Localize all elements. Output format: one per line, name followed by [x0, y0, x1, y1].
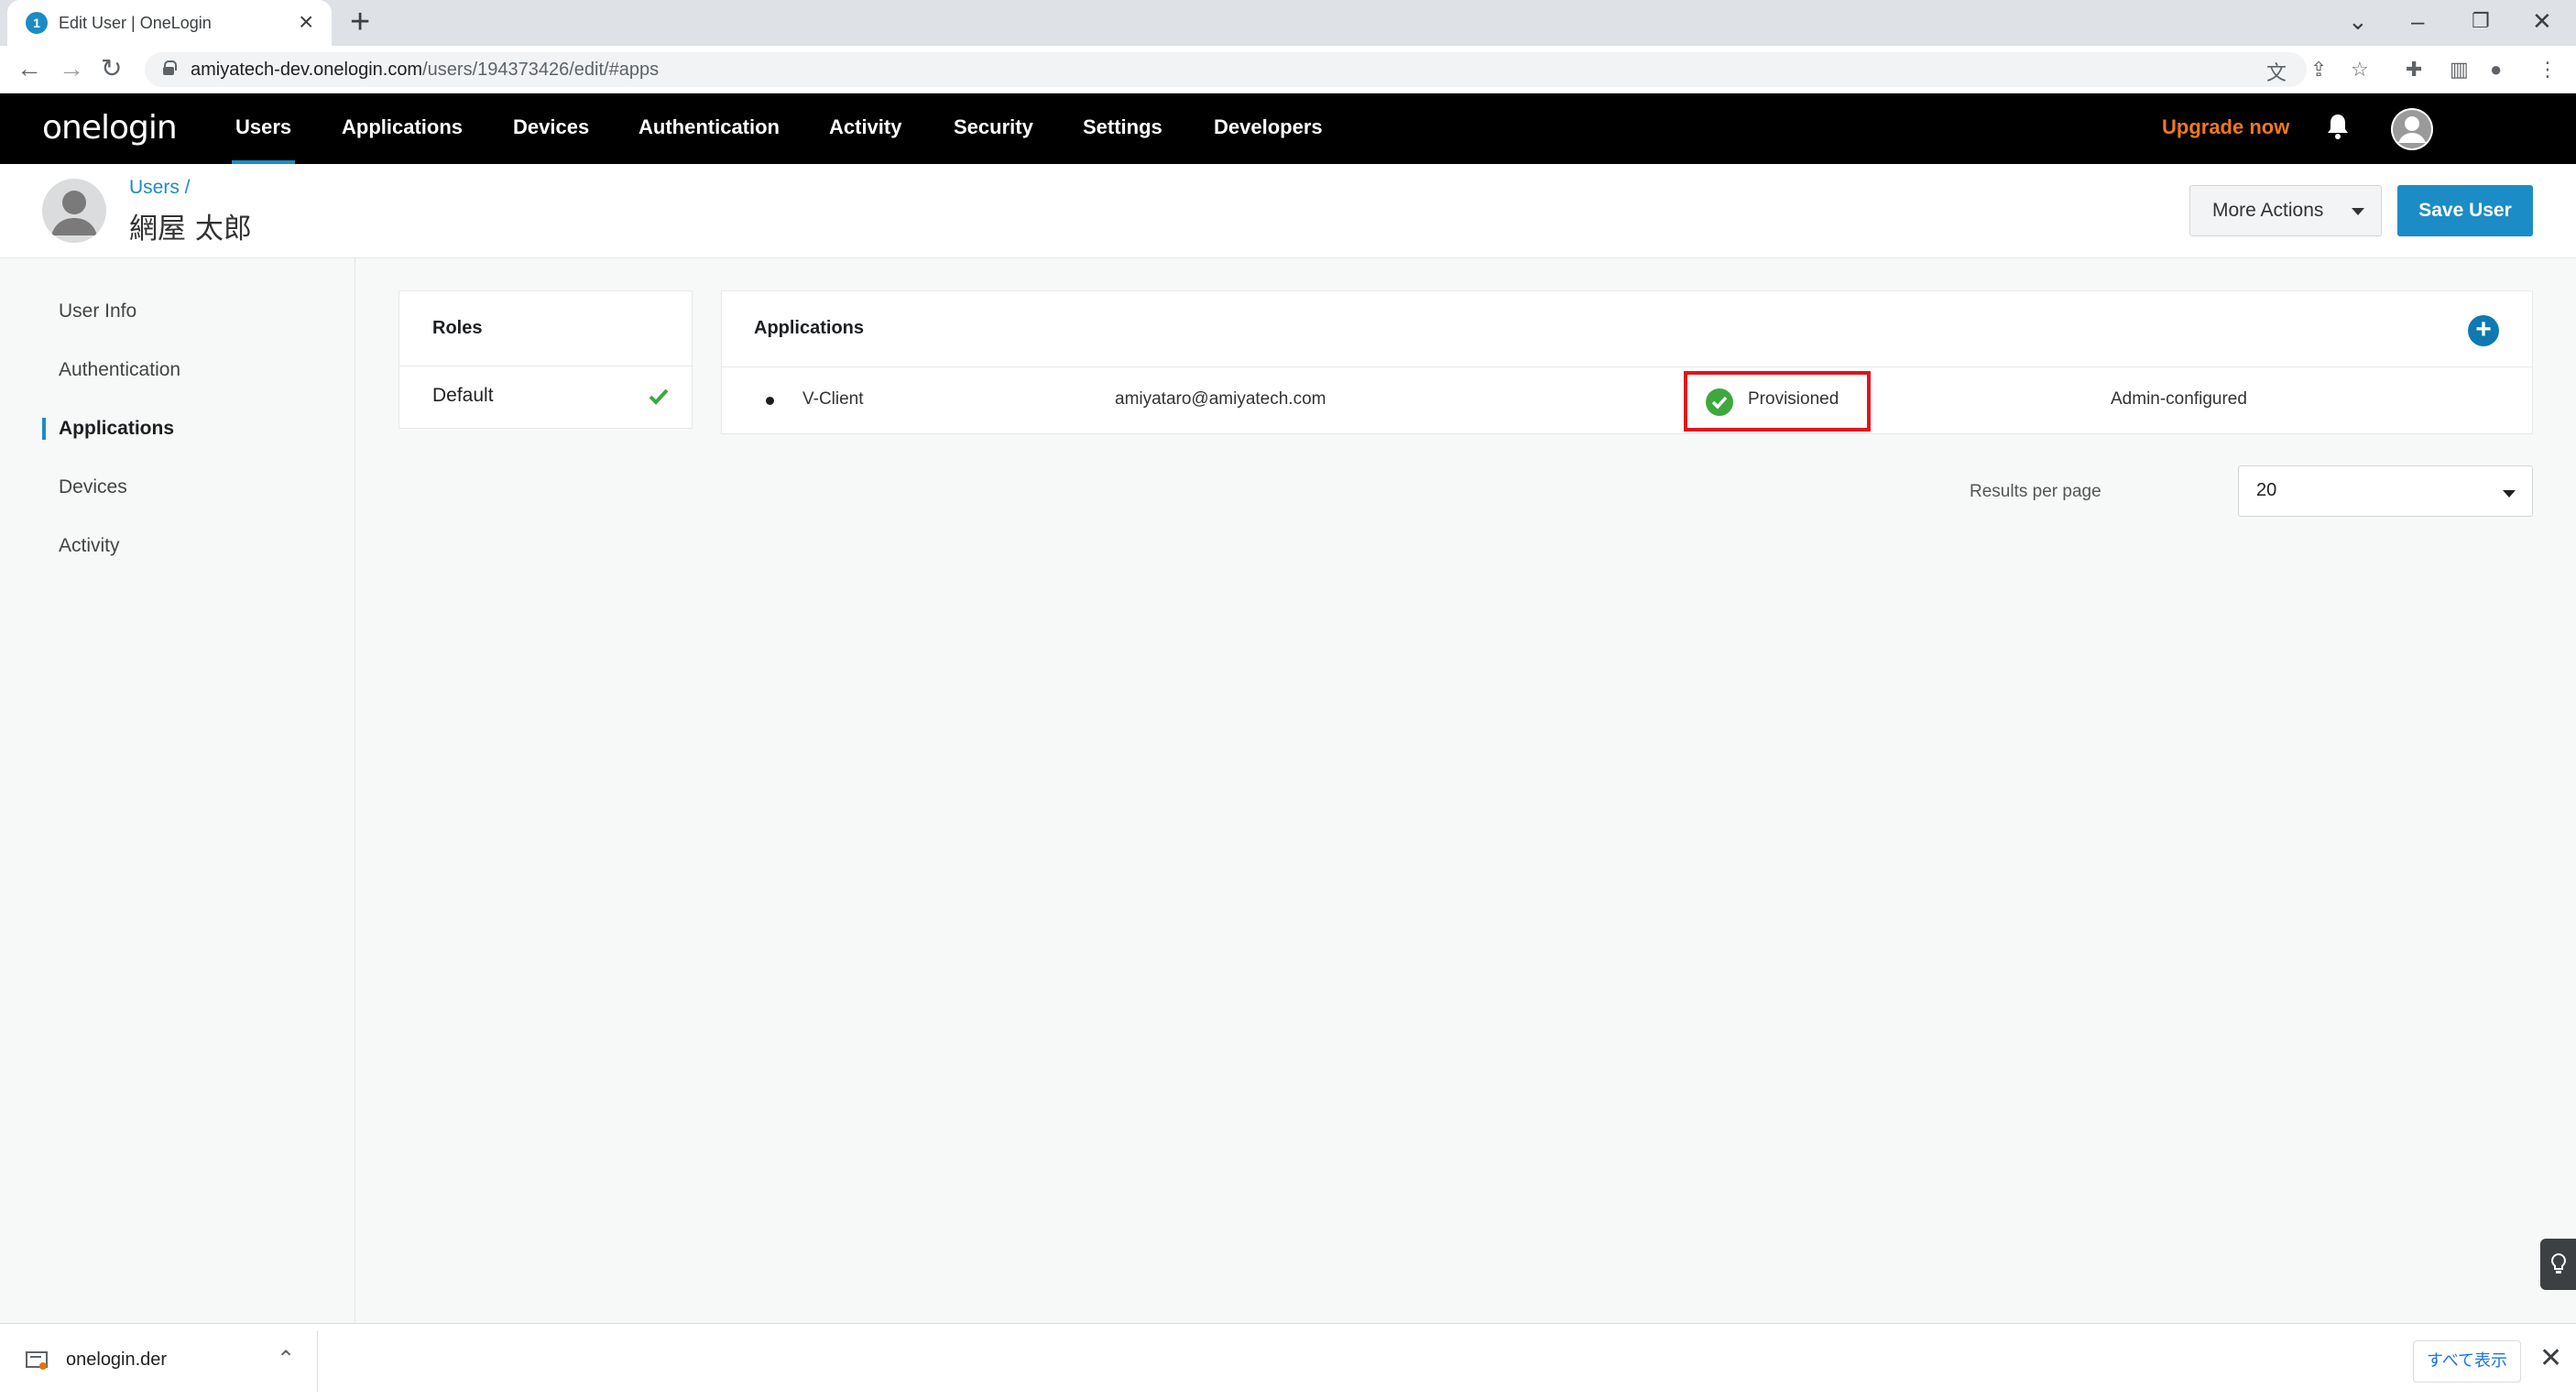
app-bullet-icon	[766, 397, 774, 405]
breadcrumb-users[interactable]: Users /	[129, 177, 191, 199]
caret-down-icon	[2352, 208, 2364, 215]
nav-settings[interactable]: Settings	[1083, 115, 1162, 139]
nav-devices[interactable]: Devices	[513, 115, 589, 139]
app-login: amiyataro@amiyatech.com	[1115, 389, 1326, 409]
extensions-icon[interactable]: ✚	[2406, 58, 2422, 82]
roles-header: Roles	[399, 291, 692, 366]
tab-title: Edit User | OneLogin	[59, 14, 212, 32]
upgrade-now-link[interactable]: Upgrade now	[2162, 115, 2289, 139]
share-icon[interactable]: ⇪	[2310, 58, 2327, 82]
back-icon[interactable]: ←	[16, 54, 42, 83]
table-row[interactable]: V-Client amiyataro@amiyatech.com Provisi…	[722, 367, 2532, 433]
nav-activity[interactable]: Activity	[829, 115, 901, 139]
nav-users[interactable]: Users	[231, 115, 296, 164]
nav-security[interactable]: Security	[954, 115, 1033, 139]
roles-card: Roles Default	[398, 290, 693, 429]
sidebar-item-activity[interactable]: Activity	[59, 535, 120, 557]
help-lightbulb-tab[interactable]	[2540, 1239, 2576, 1290]
lightbulb-icon	[2551, 1253, 2566, 1273]
lock-icon[interactable]	[163, 60, 177, 75]
app-name: V-Client	[802, 389, 864, 409]
nav-authentication[interactable]: Authentication	[639, 115, 780, 139]
browser-tab[interactable]: 1 Edit User | OneLogin ×	[7, 0, 332, 46]
sidebar-item-applications[interactable]: Applications	[41, 418, 174, 440]
download-file-name[interactable]: onelogin.der	[66, 1350, 167, 1371]
user-avatar	[42, 179, 106, 243]
roles-title: Roles	[432, 318, 483, 338]
nav-developers[interactable]: Developers	[1214, 115, 1323, 139]
browser-menu-icon[interactable]: ⋮	[2538, 58, 2558, 82]
address-bar[interactable]: amiyatech-dev.onelogin.com/users/1943734…	[145, 52, 2307, 87]
status-badge: Provisioned	[1748, 389, 1839, 409]
download-bar: onelogin.der ⌃ すべて表示 ✕	[0, 1323, 2576, 1399]
user-menu-avatar[interactable]	[2391, 108, 2433, 150]
more-actions-label: More Actions	[2212, 200, 2324, 221]
bell-icon[interactable]	[2327, 113, 2349, 140]
sidebar-item-devices[interactable]: Devices	[59, 476, 127, 498]
forward-icon[interactable]: →	[59, 54, 84, 83]
applications-card: Applications + V-Client amiyataro@amiyat…	[721, 290, 2533, 434]
reload-icon[interactable]: ↻	[101, 54, 122, 83]
url-text: amiyatech-dev.onelogin.com/users/1943734…	[191, 60, 660, 80]
close-download-bar-icon[interactable]: ✕	[2539, 1342, 2562, 1375]
check-circle-icon	[1706, 388, 1733, 416]
user-sidebar: User Info Authentication Applications De…	[0, 258, 355, 1323]
onelogin-favicon-icon: 1	[26, 12, 48, 34]
role-item-label[interactable]: Default	[432, 385, 494, 407]
profile-icon[interactable]: ●	[2490, 58, 2502, 82]
page-header: Users / 網屋 太郎 More Actions Save User	[0, 164, 2576, 258]
browser-toolbar: ← → ↻ amiyatech-dev.onelogin.com/users/1…	[0, 46, 2576, 93]
divider	[317, 1331, 318, 1392]
nav-applications[interactable]: Applications	[342, 115, 463, 139]
top-navigation: onelogin Users Applications Devices Auth…	[0, 93, 2576, 164]
sidebar-item-authentication[interactable]: Authentication	[59, 359, 180, 381]
tab-search-icon[interactable]: ⌄	[2348, 7, 2368, 35]
chevron-down-icon	[2503, 490, 2516, 497]
applications-header: Applications +	[722, 291, 2532, 367]
bookmark-star-icon[interactable]: ☆	[2351, 58, 2369, 82]
window-close-icon[interactable]: ✕	[2532, 7, 2552, 35]
restore-icon[interactable]: ❐	[2472, 7, 2490, 35]
sidebar-item-user-info[interactable]: User Info	[59, 301, 136, 322]
save-user-button[interactable]: Save User	[2397, 185, 2533, 236]
new-tab-icon[interactable]: +	[350, 4, 370, 40]
applications-title: Applications	[754, 318, 865, 338]
side-panel-icon[interactable]: ▥	[2450, 58, 2469, 82]
more-actions-button[interactable]: More Actions	[2189, 185, 2382, 236]
tab-close-icon[interactable]: ×	[299, 8, 313, 36]
app-configuration: Admin-configured	[2111, 389, 2247, 409]
results-per-page-select[interactable]: 20	[2238, 465, 2533, 517]
show-all-downloads-button[interactable]: すべて表示	[2413, 1340, 2521, 1383]
checkmark-icon	[649, 387, 669, 407]
results-per-page-value: 20	[2256, 480, 2277, 500]
minimize-icon[interactable]: –	[2411, 7, 2424, 35]
onelogin-logo[interactable]: onelogin	[42, 109, 178, 147]
page-title: 網屋 太郎	[129, 213, 252, 246]
translate-icon[interactable]: 文	[2266, 61, 2287, 85]
certificate-file-icon	[26, 1351, 49, 1372]
add-application-button[interactable]: +	[2468, 315, 2499, 346]
results-per-page-label: Results per page	[1970, 482, 2101, 501]
chevron-up-icon[interactable]: ⌃	[277, 1346, 295, 1372]
browser-tabstrip: 1 Edit User | OneLogin × + ⌄ – ❐ ✕	[0, 0, 2576, 46]
